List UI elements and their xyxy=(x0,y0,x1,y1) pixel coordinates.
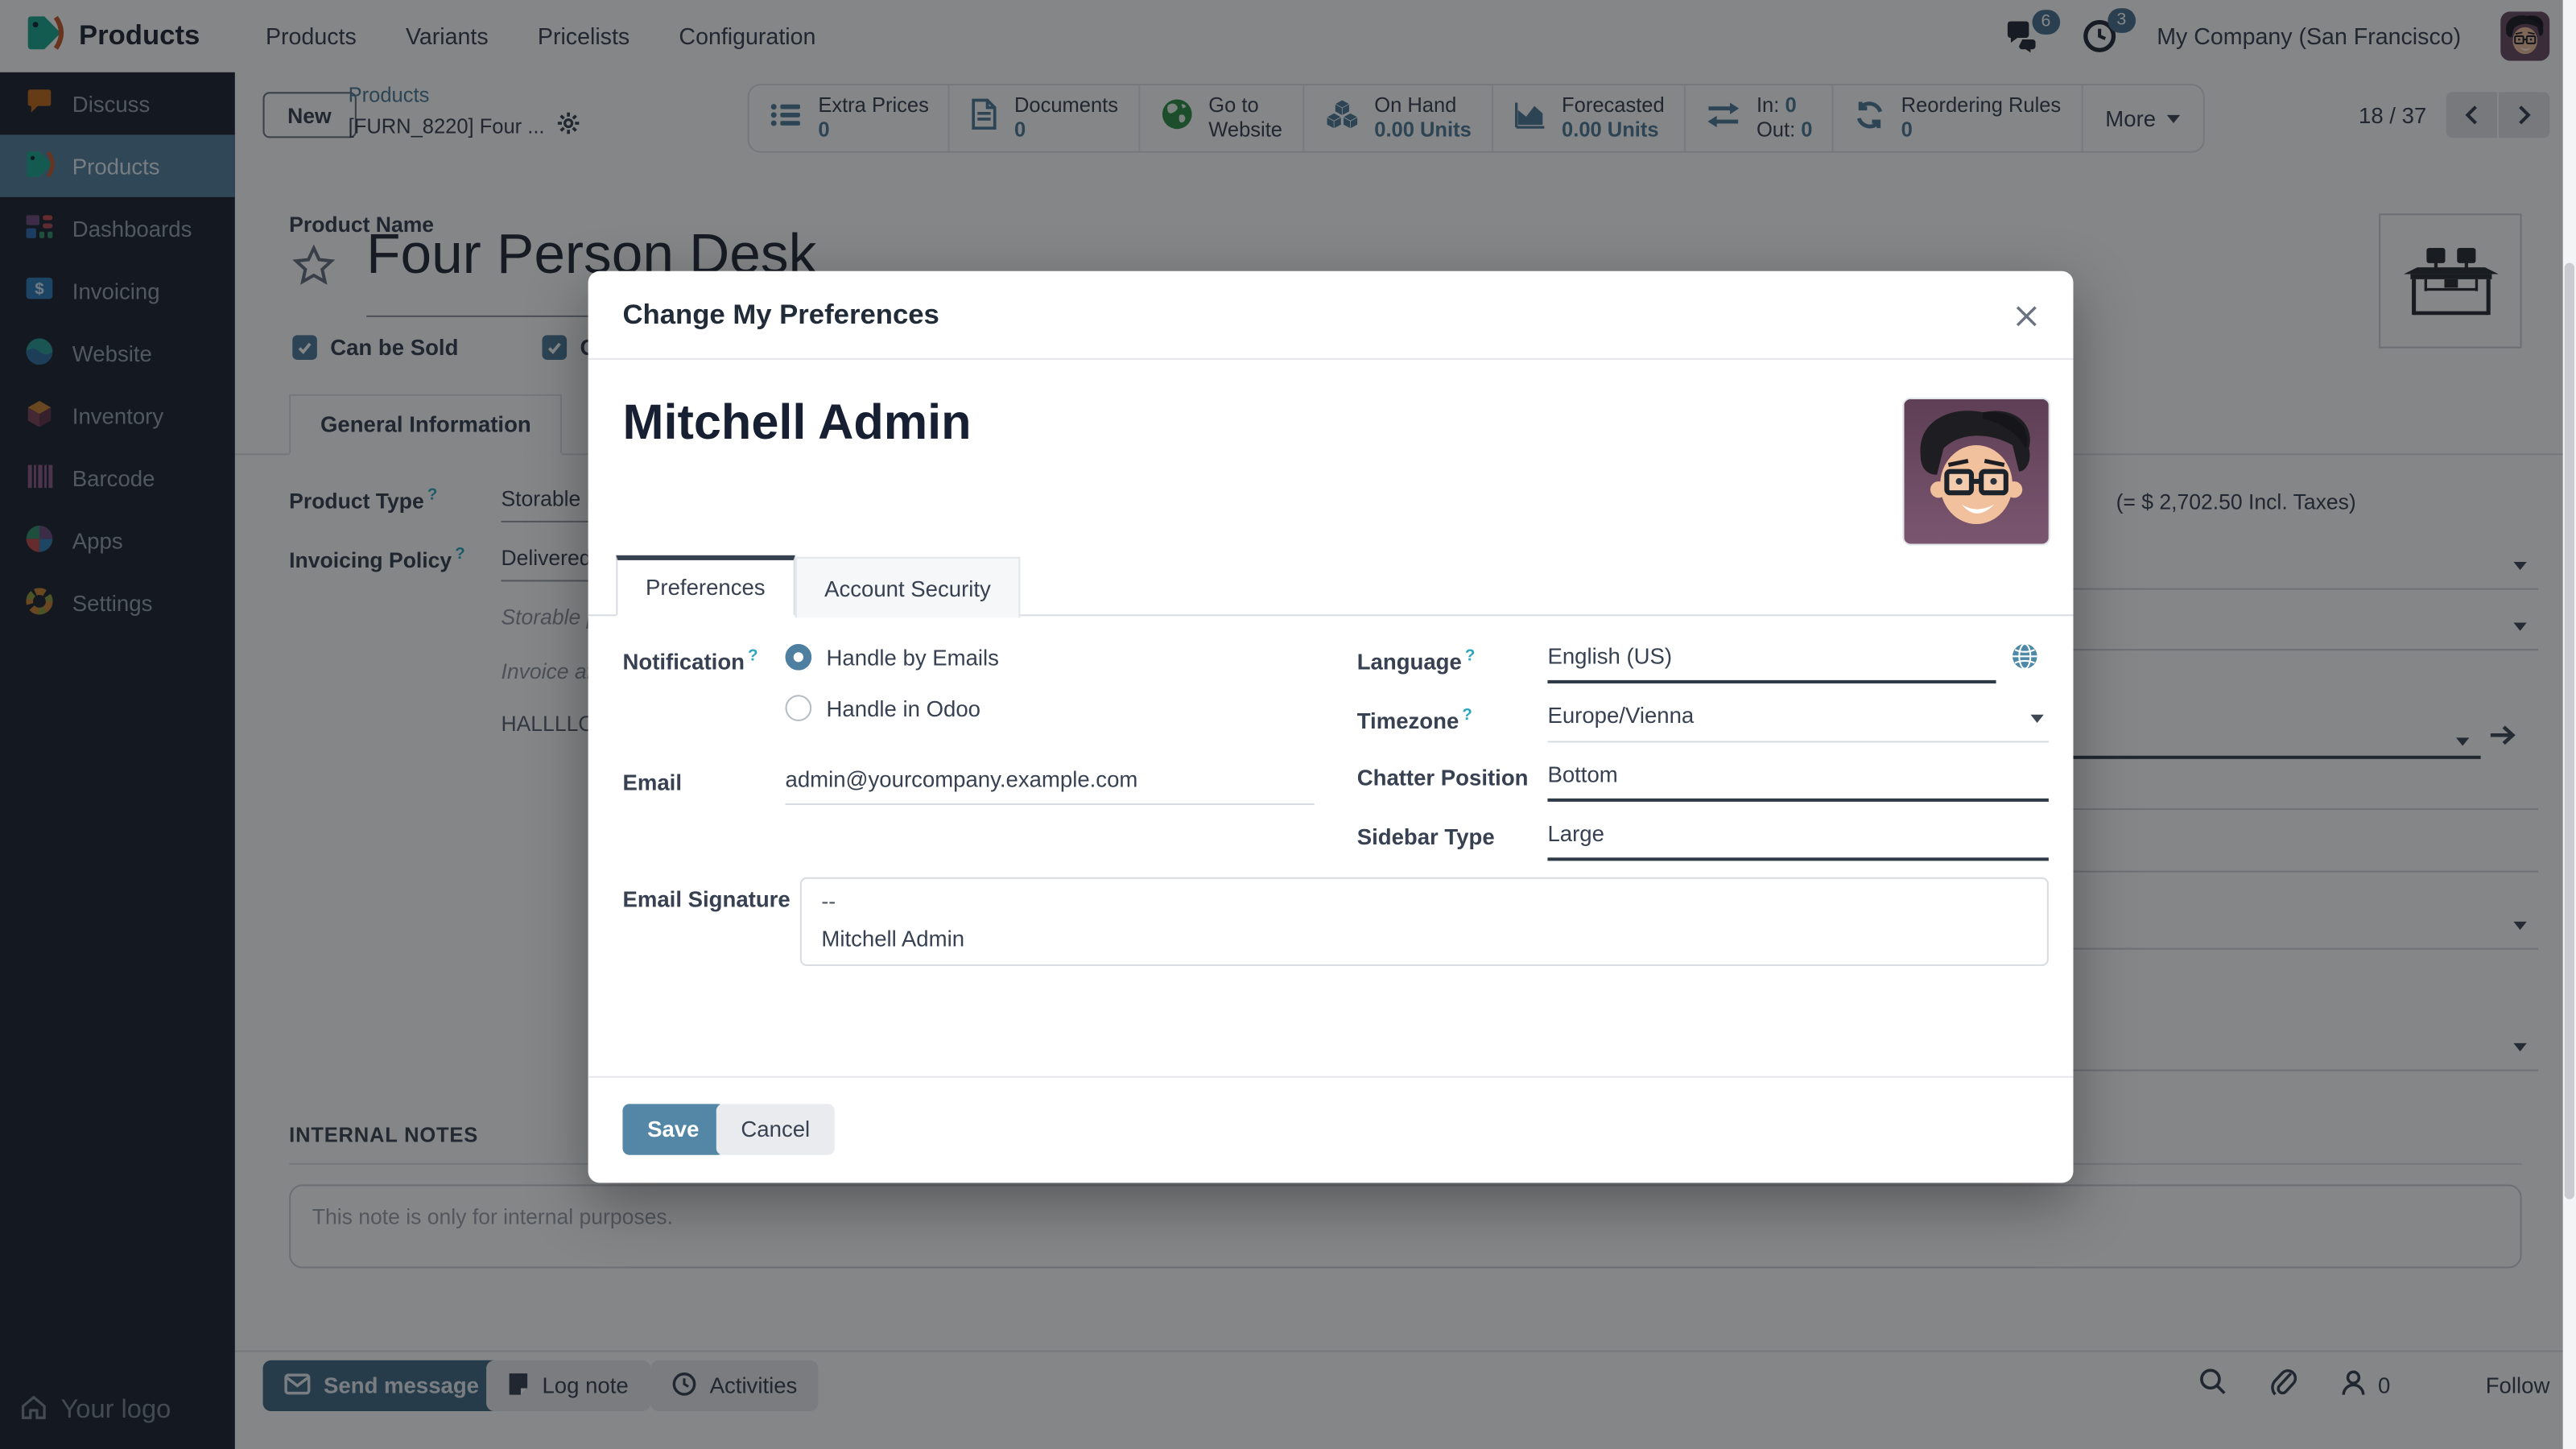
radio-selected-icon xyxy=(786,644,812,671)
user-avatar-large[interactable] xyxy=(1904,399,2049,544)
email-signature-label: Email Signature xyxy=(622,887,790,912)
preferences-dialog: Change My Preferences Mitchell Admin Pre… xyxy=(588,271,2074,1183)
help-icon: ? xyxy=(1462,707,1472,724)
notification-label: Notification? xyxy=(622,647,758,675)
email-field[interactable] xyxy=(786,767,1327,792)
field-underline-focused xyxy=(1547,799,2048,802)
sidebar-type-label: Sidebar Type xyxy=(1357,824,1495,849)
help-icon: ? xyxy=(1465,647,1475,665)
email-signature-editor[interactable]: -- Mitchell Admin xyxy=(800,877,2049,966)
save-button[interactable]: Save xyxy=(622,1104,724,1154)
dialog-title: Change My Preferences xyxy=(622,298,939,331)
chatter-position-field[interactable] xyxy=(1547,762,2007,787)
timezone-label: Timezone? xyxy=(1357,707,1472,734)
screen: Products Products Variants Pricelists Co… xyxy=(0,0,2576,1449)
user-name-heading: Mitchell Admin xyxy=(622,396,971,452)
scrollbar-thumb[interactable] xyxy=(2565,263,2574,1199)
signature-line: Mitchell Admin xyxy=(821,922,2027,958)
dialog-footer-divider xyxy=(588,1076,2074,1078)
signature-line: -- xyxy=(821,889,2027,915)
radio-handle-in-odoo[interactable]: Handle in Odoo xyxy=(786,695,981,721)
field-underline-focused xyxy=(1547,680,1996,683)
email-label: Email xyxy=(622,770,682,795)
field-underline xyxy=(1547,741,2048,742)
tab-account-security[interactable]: Account Security xyxy=(795,557,1020,618)
chevron-down-icon[interactable] xyxy=(2030,715,2043,723)
chatter-position-label: Chatter Position xyxy=(1357,766,1529,791)
language-field[interactable] xyxy=(1547,644,1975,669)
radio-unselected-icon xyxy=(786,695,812,721)
dialog-tabs: Preferences Account Security xyxy=(588,555,2074,617)
language-label: Language? xyxy=(1357,647,1476,675)
help-icon: ? xyxy=(748,647,758,665)
field-underline xyxy=(786,803,1315,805)
sidebar-type-field[interactable] xyxy=(1547,821,2007,846)
scrollbar[interactable] xyxy=(2563,0,2576,1449)
field-underline-focused xyxy=(1547,857,2048,861)
close-icon[interactable] xyxy=(2008,297,2044,333)
radio-handle-by-emails[interactable]: Handle by Emails xyxy=(786,644,999,671)
timezone-select[interactable] xyxy=(1547,703,1991,728)
language-globe-icon[interactable] xyxy=(2011,642,2039,679)
tab-preferences[interactable]: Preferences xyxy=(616,555,795,617)
dialog-header: Change My Preferences xyxy=(588,271,2074,360)
cancel-button[interactable]: Cancel xyxy=(716,1104,835,1154)
